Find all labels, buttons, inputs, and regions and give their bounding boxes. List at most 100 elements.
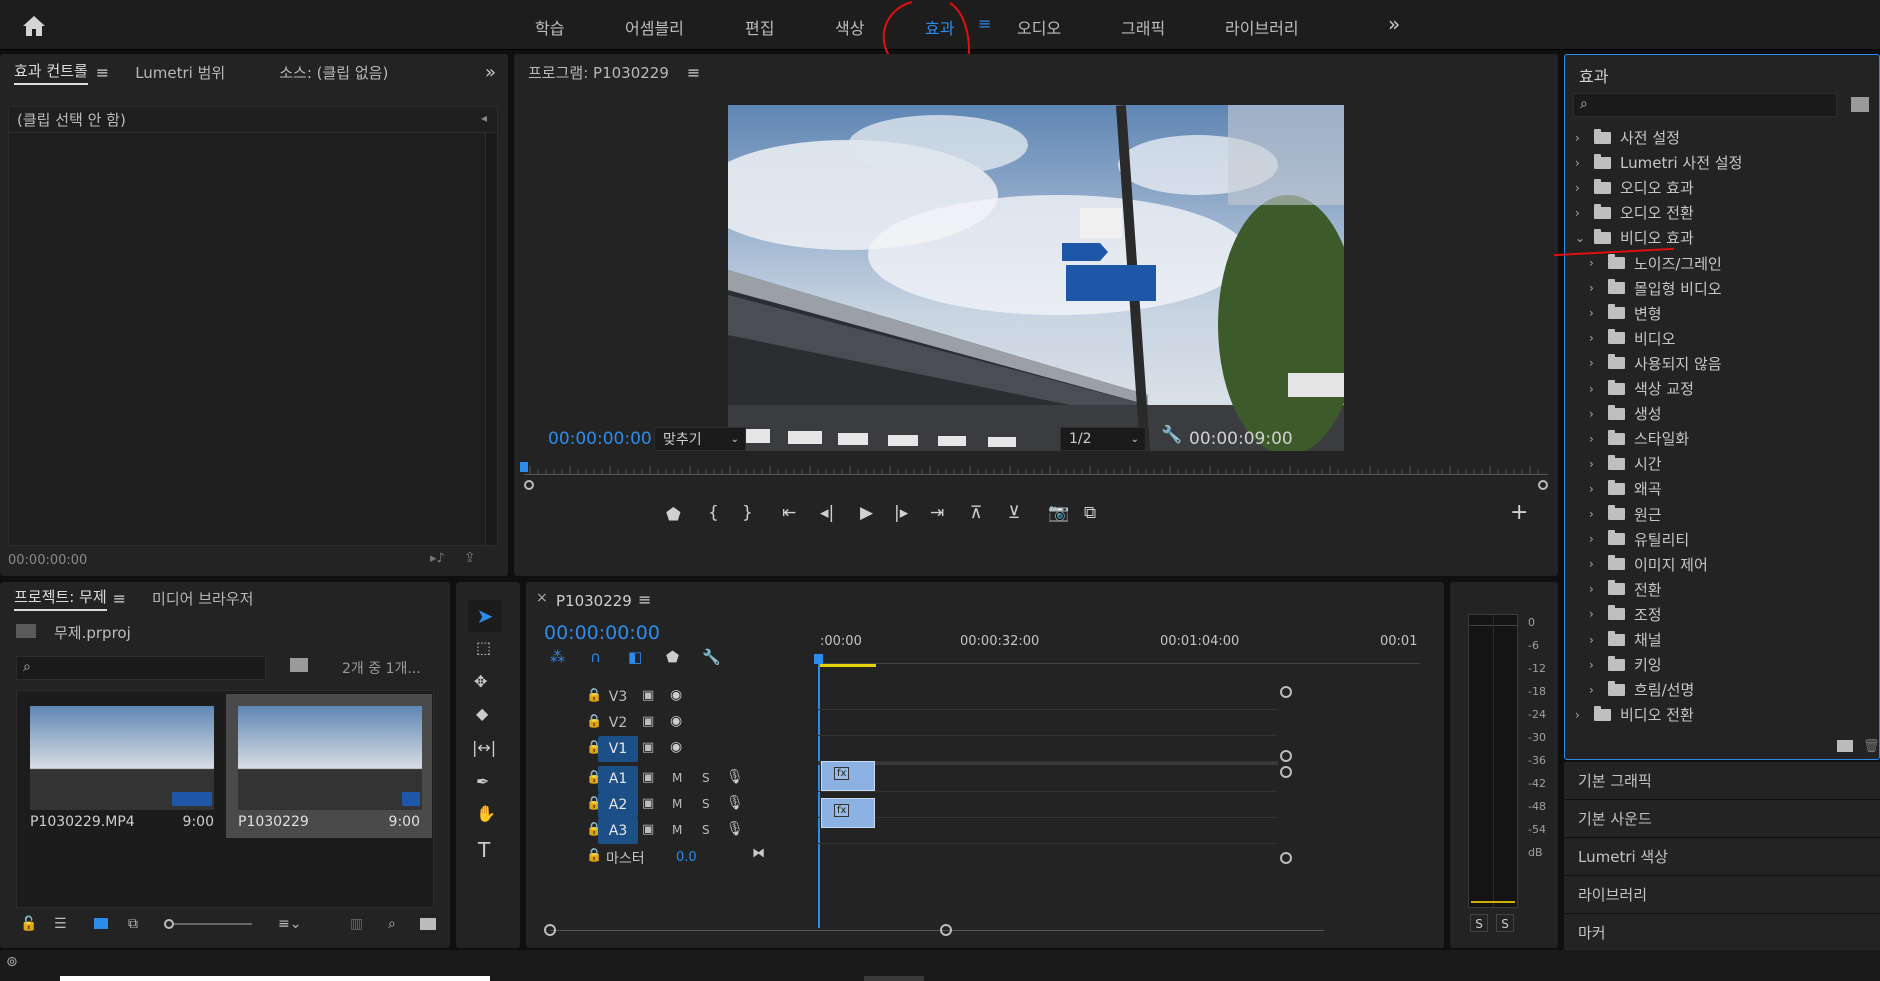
solo-button[interactable]: S xyxy=(702,771,710,785)
video-frame[interactable] xyxy=(728,105,1344,451)
workspace-tab[interactable]: 학습 xyxy=(535,15,564,39)
effects-tree-item[interactable]: › 왜곡 xyxy=(1589,476,1662,501)
track-label[interactable]: A1 xyxy=(598,766,638,792)
track-select-tool-icon[interactable]: ⬚ xyxy=(476,638,491,657)
wrench-icon[interactable]: 🔧 xyxy=(1161,425,1182,445)
track-label[interactable]: A3 xyxy=(598,818,638,844)
tab-lumetri-scopes[interactable]: Lumetri 범위 xyxy=(135,62,225,83)
audio-clip[interactable]: fx xyxy=(821,798,875,828)
list-view-icon[interactable]: ☰ xyxy=(54,916,67,932)
mute-button[interactable]: M xyxy=(672,797,682,811)
effects-tree-item[interactable]: › 시간 xyxy=(1589,451,1662,476)
export-icon[interactable]: ⇪ xyxy=(464,550,476,566)
effects-tree-item[interactable]: › 색상 교정 xyxy=(1589,376,1694,401)
program-playhead-timecode[interactable]: 00:00:00:00 xyxy=(548,429,652,449)
sync-lock-icon[interactable]: ▣ xyxy=(642,688,654,703)
microphone-icon[interactable]: 🎙 xyxy=(726,795,744,811)
effects-tree-item[interactable]: › 흐림/선명 xyxy=(1589,677,1694,702)
workspace-tab[interactable]: 오디오 xyxy=(1017,15,1061,39)
scrubber-start-handle[interactable] xyxy=(524,480,534,490)
find-icon[interactable]: ⌕ xyxy=(388,916,396,932)
effects-tree-item[interactable]: › 조정 xyxy=(1589,602,1662,627)
go-to-end-icon[interactable]: ⧓ xyxy=(752,846,765,861)
microphone-icon[interactable]: 🎙 xyxy=(726,821,744,837)
solo-left-button[interactable]: S xyxy=(1470,914,1488,932)
effects-tree-item[interactable]: › 비디오 xyxy=(1589,326,1675,351)
step-forward-icon[interactable]: |▸ xyxy=(894,503,908,523)
side-panel-tab[interactable]: 기본 그래픽 xyxy=(1564,762,1880,799)
tab-effect-controls[interactable]: 효과 컨트롤 xyxy=(14,60,88,85)
workspace-tab[interactable]: 색상 xyxy=(835,15,864,39)
solo-button[interactable]: S xyxy=(702,823,710,837)
track-divider[interactable] xyxy=(818,762,1278,765)
side-panel-tab[interactable]: 라이브러리 xyxy=(1564,876,1880,913)
effects-tree-item[interactable]: › 유틸리티 xyxy=(1589,527,1689,552)
effects-tree-item[interactable]: › 원근 xyxy=(1589,502,1662,527)
camera-icon[interactable]: 📷 xyxy=(1048,503,1069,523)
eye-icon[interactable]: ◉ xyxy=(670,739,682,755)
effects-tree-item[interactable]: › 사용되지 않음 xyxy=(1589,351,1722,376)
effects-tree-item[interactable]: › 비디오 전환 xyxy=(1575,702,1694,727)
mark-out-icon[interactable]: } xyxy=(742,503,753,523)
video-clip[interactable]: fx xyxy=(821,761,875,791)
tab-source[interactable]: 소스: (클립 없음) xyxy=(279,62,388,83)
razor-tool-icon[interactable]: ◆ xyxy=(476,704,488,723)
solo-right-button[interactable]: S xyxy=(1496,914,1514,932)
go-to-in-icon[interactable]: ⇤ xyxy=(782,503,796,523)
play-icon[interactable]: ▶ xyxy=(860,503,873,523)
ripple-edit-tool-icon[interactable]: ✥ xyxy=(474,672,487,691)
freeform-view-icon[interactable]: ⧉ xyxy=(128,916,138,932)
delete-icon[interactable]: 🗑 xyxy=(1863,739,1880,754)
sync-lock-icon[interactable]: ▣ xyxy=(642,770,654,785)
scrubber-end-handle[interactable] xyxy=(1538,480,1548,490)
extract-icon[interactable]: ⊻ xyxy=(1008,503,1020,523)
sync-lock-icon[interactable]: ▣ xyxy=(642,822,654,837)
vscroll-handle[interactable] xyxy=(1280,750,1292,762)
eye-icon[interactable]: ◉ xyxy=(670,687,682,703)
compare-icon[interactable]: ⧉ xyxy=(1084,503,1096,523)
tab-media-browser[interactable]: 미디어 브라우저 xyxy=(152,588,253,609)
track-label[interactable]: V2 xyxy=(598,710,638,736)
side-panel-tab[interactable]: 기본 사운드 xyxy=(1564,800,1880,837)
side-panel-tab[interactable]: Lumetri 색상 xyxy=(1564,838,1880,875)
scrubber-playhead[interactable] xyxy=(520,462,528,472)
automate-icon[interactable]: ▥ xyxy=(350,916,363,932)
new-search-bin-icon[interactable] xyxy=(290,658,308,672)
sync-lock-icon[interactable]: ▣ xyxy=(642,796,654,811)
vscroll-handle[interactable] xyxy=(1280,766,1292,778)
effects-tree-item[interactable]: › 채널 xyxy=(1589,627,1662,652)
panel-menu-icon[interactable]: ≡ xyxy=(687,63,700,82)
creative-cloud-icon[interactable]: ⊚ xyxy=(6,954,18,970)
hand-tool-icon[interactable]: ✋ xyxy=(476,804,496,823)
panel-menu-icon[interactable]: ≡ xyxy=(96,63,109,82)
effects-tree-item[interactable]: › 생성 xyxy=(1589,401,1662,426)
icon-view-icon[interactable] xyxy=(94,918,108,929)
effects-search-input[interactable]: ⌕ xyxy=(1573,93,1837,117)
track-label[interactable]: A2 xyxy=(598,792,638,818)
effects-tree-item[interactable]: › 이미지 제어 xyxy=(1589,552,1708,577)
program-title[interactable]: 프로그램: P1030229 xyxy=(528,62,669,83)
sync-lock-icon[interactable]: ▣ xyxy=(642,740,654,755)
play-audio-icon[interactable]: ▸♪ xyxy=(430,551,445,566)
pen-tool-icon[interactable]: ✒ xyxy=(476,772,489,791)
project-item[interactable]: P1030229 9:00 xyxy=(226,694,432,838)
track-label[interactable]: V3 xyxy=(598,684,638,710)
effects-tree-item[interactable]: › 오디오 전환 xyxy=(1575,200,1694,225)
effects-tree-item[interactable]: › 노이즈/그레인 xyxy=(1589,251,1722,276)
add-marker-icon[interactable]: ⬟ xyxy=(666,505,681,525)
program-scrubber[interactable] xyxy=(520,462,1548,490)
fit-dropdown[interactable]: 맞추기 ⌄ xyxy=(654,427,746,451)
effects-tree-item[interactable]: › 몰입형 비디오 xyxy=(1589,276,1722,301)
add-button-icon[interactable]: + xyxy=(1510,500,1528,525)
microphone-icon[interactable]: 🎙 xyxy=(726,769,744,785)
slip-tool-icon[interactable]: |↔| xyxy=(472,738,496,757)
zoom-slider[interactable] xyxy=(164,919,252,929)
collapse-icon[interactable]: ◂ xyxy=(481,111,487,125)
effects-tree-item[interactable]: › 오디오 효과 xyxy=(1575,175,1694,200)
workspace-overflow-icon[interactable]: » xyxy=(1388,12,1400,36)
effects-tree-item[interactable]: › 키잉 xyxy=(1589,652,1662,677)
workspace-tab[interactable]: 그래픽 xyxy=(1121,15,1165,39)
effects-tree-item[interactable]: › 변형 xyxy=(1589,301,1662,326)
effects-tree-item[interactable]: › Lumetri 사전 설정 xyxy=(1575,150,1742,175)
mute-button[interactable]: M xyxy=(672,771,682,785)
